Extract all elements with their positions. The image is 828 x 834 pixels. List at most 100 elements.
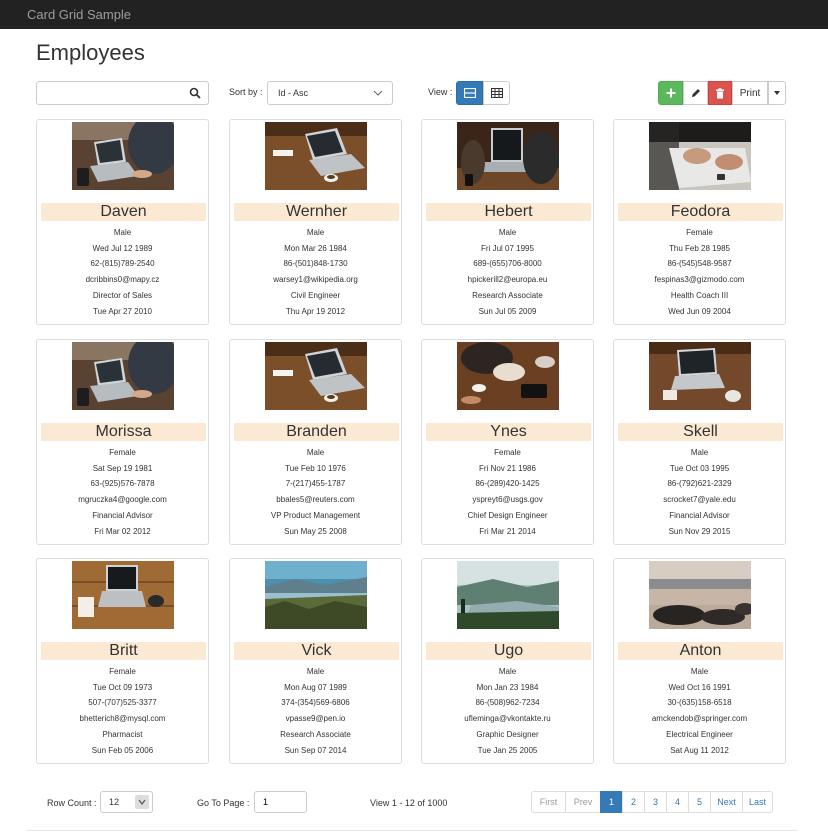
- divider: [27, 830, 797, 831]
- employee-card[interactable]: Britt Female Tue Oct 09 1973 507-(707)525-3…: [36, 558, 209, 764]
- employee-hire-date: Tue Apr 27 2010: [93, 307, 152, 316]
- chevron-down-icon: [373, 90, 383, 96]
- chevron-down-icon: [135, 795, 149, 809]
- employee-name: Skell: [618, 423, 783, 441]
- employee-gender: Male: [306, 667, 325, 676]
- pager-prev[interactable]: Prev: [565, 791, 601, 813]
- goto-page-input[interactable]: [254, 791, 307, 813]
- employee-email: amckendob@springer.com: [651, 714, 748, 723]
- search-input[interactable]: [41, 83, 181, 103]
- employee-hire-date: Sun May 25 2008: [284, 527, 347, 536]
- employee-phone: 86-(289)420-1425: [475, 479, 540, 488]
- pagination: First Prev 1 2 3 4 5 Next Last: [531, 791, 773, 813]
- employee-card[interactable]: Ugo Male Mon Jan 23 1984 86-(508)962-7234 uf…: [421, 558, 594, 764]
- employee-card[interactable]: Skell Male Tue Oct 03 1995 86-(792)621-2329…: [613, 339, 786, 545]
- employee-gender: Male: [498, 667, 517, 676]
- row-count-label: Row Count :: [47, 798, 97, 808]
- edit-button[interactable]: [683, 81, 708, 105]
- delete-button[interactable]: [708, 81, 732, 105]
- employee-birth-date: Mon Mar 26 1984: [284, 244, 347, 253]
- employee-card[interactable]: Ynes Female Fri Nov 21 1986 86-(289)420-142…: [421, 339, 594, 545]
- pager-last[interactable]: Last: [742, 791, 773, 813]
- pager-first[interactable]: First: [531, 791, 566, 813]
- employee-name: Daven: [41, 203, 206, 221]
- pager-3[interactable]: 3: [644, 791, 667, 813]
- laptop-coffee-photo: [649, 342, 751, 410]
- employee-birth-date: Thu Feb 28 1985: [669, 244, 730, 253]
- person-laptop-phone-photo: [457, 122, 559, 190]
- employee-job-title: Director of Sales: [92, 291, 153, 300]
- employee-job-title: Civil Engineer: [290, 291, 341, 300]
- employee-name: Branden: [234, 423, 399, 441]
- employee-hire-date: Sun Jul 05 2009: [478, 307, 537, 316]
- employee-hire-date: Thu Apr 19 2012: [285, 307, 346, 316]
- page-title: Employees: [36, 40, 145, 65]
- pager-1[interactable]: 1: [600, 791, 623, 813]
- plus-icon: [666, 88, 675, 98]
- employee-email: bhetterich8@mysql.com: [79, 714, 166, 723]
- employee-name: Morissa: [41, 423, 206, 441]
- employee-card[interactable]: Anton Male Wed Oct 16 1991 30-(635)158-6518…: [613, 558, 786, 764]
- employee-birth-date: Tue Oct 09 1973: [92, 683, 153, 692]
- row-count-value: 12: [109, 797, 120, 807]
- search-icon[interactable]: [189, 87, 201, 99]
- employee-email: fespinas3@gizmodo.com: [654, 275, 745, 284]
- employee-card[interactable]: Morissa Female Sat Sep 19 1981 63-(925)576-…: [36, 339, 209, 545]
- sort-select[interactable]: Id - Asc: [267, 81, 393, 105]
- trash-icon: [716, 87, 724, 98]
- employee-card[interactable]: Daven Male Wed Jul 12 1989 62-(815)789-2540…: [36, 119, 209, 325]
- view-label: View :: [428, 87, 453, 97]
- employee-birth-date: Tue Oct 03 1995: [669, 464, 730, 473]
- pager-4[interactable]: 4: [666, 791, 689, 813]
- employee-card[interactable]: Vick Male Mon Aug 07 1989 374-(354)569-6806…: [229, 558, 402, 764]
- employee-email: bbales5@reuters.com: [276, 495, 355, 504]
- employee-gender: Male: [306, 448, 325, 457]
- employee-birth-date: Fri Jul 07 1995: [481, 244, 534, 253]
- laptop-wood-table-photo: [265, 342, 367, 410]
- pager-next[interactable]: Next: [710, 791, 743, 813]
- employee-gender: Male: [113, 228, 132, 237]
- employee-card[interactable]: Wernher Male Mon Mar 26 1984 86-(501)848-17…: [229, 119, 402, 325]
- grid-footer: Row Count : 12 Go To Page : View 1 - 12 …: [0, 791, 828, 815]
- employee-phone: 63-(925)576-7878: [90, 479, 155, 488]
- employee-phone: 689-(655)706-8000: [473, 259, 542, 268]
- pager-2[interactable]: 2: [622, 791, 645, 813]
- sort-select-value: Id - Asc: [278, 88, 309, 98]
- employee-phone: 86-(501)848-1730: [283, 259, 348, 268]
- pencil-icon: [691, 89, 700, 97]
- employee-birth-date: Fri Nov 21 1986: [479, 464, 536, 473]
- employee-card[interactable]: Feodora Female Thu Feb 28 1985 86-(545)548-…: [613, 119, 786, 325]
- employee-email: scrocket7@yale.edu: [663, 495, 736, 504]
- employee-phone: 507-(707)525-3377: [88, 698, 157, 707]
- row-count-select[interactable]: 12: [100, 791, 153, 813]
- pager-5[interactable]: 5: [688, 791, 711, 813]
- print-label: Print: [739, 87, 761, 99]
- employee-phone: 86-(508)962-7234: [475, 698, 540, 707]
- employee-birth-date: Wed Jul 12 1989: [92, 244, 153, 253]
- employee-phone: 62-(815)789-2540: [90, 259, 155, 268]
- coffee-tablet-photo: [457, 342, 559, 410]
- laptop-wood-table-photo: [265, 122, 367, 190]
- add-button[interactable]: [658, 81, 683, 105]
- employee-email: warsey1@wikipedia.org: [273, 275, 358, 284]
- employee-card[interactable]: Branden Male Tue Feb 10 1976 7-(217)455-178…: [229, 339, 402, 545]
- employee-job-title: Research Associate: [280, 730, 351, 739]
- print-options-toggle[interactable]: [768, 81, 786, 105]
- employee-phone: 86-(545)548-9587: [667, 259, 732, 268]
- employee-card[interactable]: Hebert Male Fri Jul 07 1995 689-(655)706-80…: [421, 119, 594, 325]
- employee-email: yspreyt6@usgs.gov: [472, 495, 543, 504]
- employee-birth-date: Mon Jan 23 1984: [476, 683, 539, 692]
- employee-email: ufleminga@vkontakte.ru: [464, 714, 551, 723]
- employee-name: Britt: [41, 642, 206, 660]
- card-view-button[interactable]: [456, 81, 483, 105]
- table-view-button[interactable]: [483, 81, 510, 105]
- employee-name: Wernher: [234, 203, 399, 221]
- employee-hire-date: Sun Feb 05 2006: [91, 746, 154, 755]
- navbar-brand[interactable]: Card Grid Sample: [27, 7, 131, 22]
- goto-page-label: Go To Page :: [197, 798, 250, 808]
- employee-email: hpickerill2@europa.eu: [467, 275, 548, 284]
- employee-name: Vick: [234, 642, 399, 660]
- caret-down-icon: [774, 91, 780, 95]
- print-button[interactable]: Print: [732, 81, 768, 105]
- employee-job-title: Financial Advisor: [92, 511, 153, 520]
